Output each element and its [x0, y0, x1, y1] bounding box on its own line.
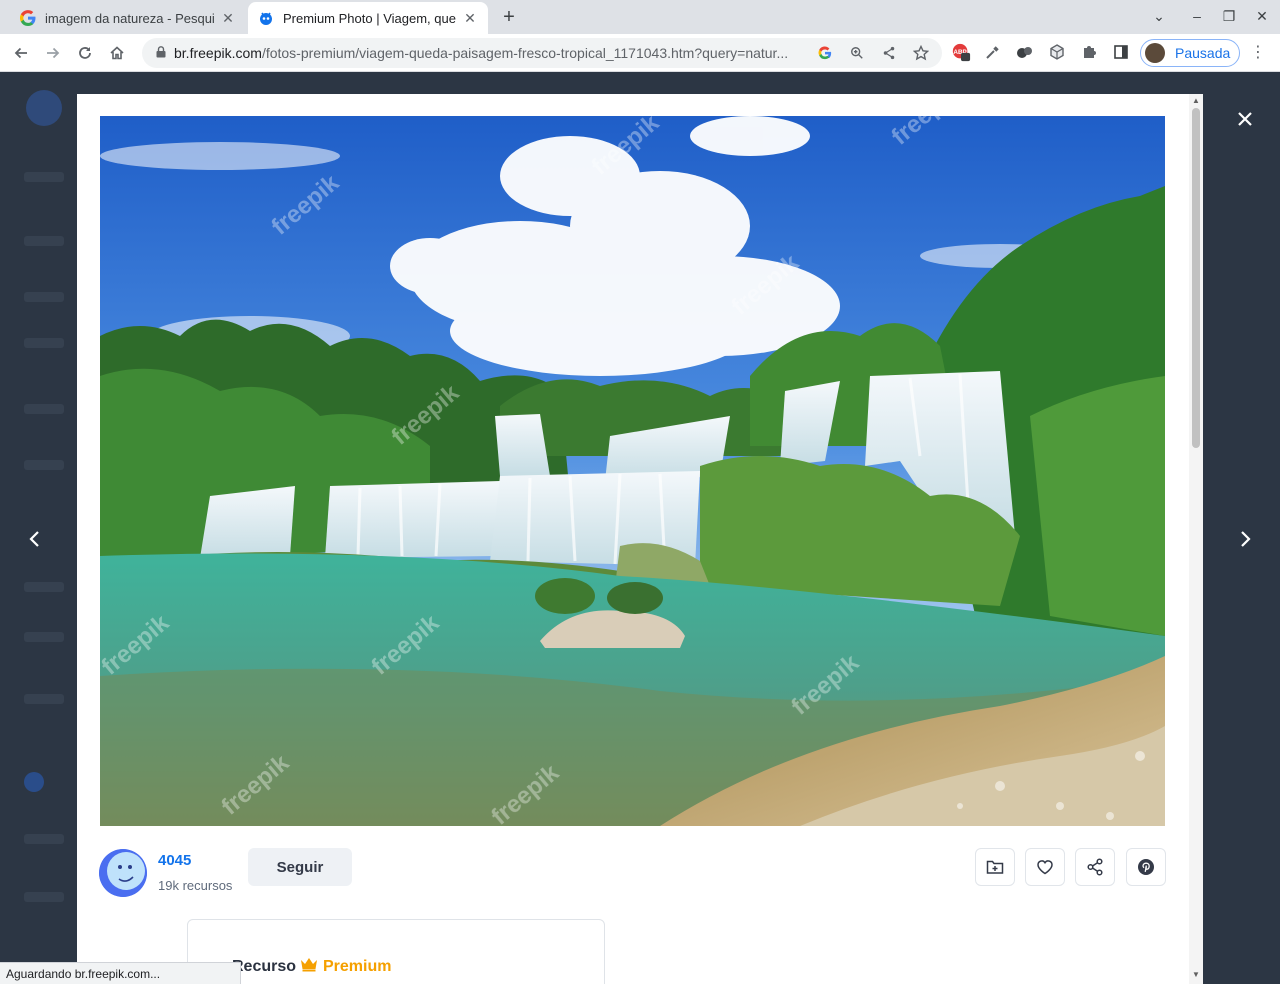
tab-title: Premium Photo | Viagem, que	[283, 10, 456, 26]
premium-label: Premium	[323, 958, 392, 975]
freepik-icon	[258, 10, 274, 26]
lock-icon[interactable]	[156, 46, 166, 58]
author-resources-count: 19k recursos	[158, 878, 233, 893]
next-photo-button[interactable]	[1233, 527, 1257, 551]
cube-extension-icon[interactable]	[1047, 42, 1067, 62]
eyedropper-extension-icon[interactable]	[983, 42, 1003, 62]
heart-icon	[1037, 860, 1053, 875]
bookmark-star-icon[interactable]	[912, 44, 930, 62]
address-bar[interactable]: br.freepik.com/fotos-premium/viagem-qued…	[142, 38, 942, 68]
share-page-icon[interactable]	[880, 44, 898, 62]
crown-icon	[301, 958, 317, 972]
author-avatar[interactable]	[99, 849, 147, 897]
chevron-right-icon	[1241, 531, 1251, 547]
status-bar: Aguardando br.freepik.com...	[0, 962, 241, 984]
adblock-extension-icon[interactable]: ABP	[951, 42, 971, 62]
tab-title: imagem da natureza - Pesquis	[45, 10, 214, 26]
back-icon[interactable]	[8, 40, 34, 66]
like-button[interactable]	[1025, 848, 1065, 886]
browser-menu-icon[interactable]: ⋮	[1250, 42, 1266, 62]
url-text[interactable]: br.freepik.com/fotos-premium/viagem-qued…	[174, 45, 814, 61]
scroll-up-icon[interactable]: ▲	[1191, 96, 1201, 105]
scroll-down-icon[interactable]: ▼	[1191, 970, 1201, 979]
sidebar-item	[24, 404, 64, 414]
chevron-left-icon	[29, 531, 39, 547]
sidebar-item	[24, 892, 64, 902]
browser-toolbar: br.freepik.com/fotos-premium/viagem-qued…	[0, 34, 1280, 98]
sidebar-item	[24, 632, 64, 642]
forward-icon[interactable]	[40, 40, 66, 66]
site-logo-icon	[26, 90, 62, 126]
sidebar-dot	[24, 772, 44, 792]
zoom-icon[interactable]	[848, 44, 866, 62]
new-tab-button[interactable]: +	[497, 6, 521, 30]
scrollbar-thumb[interactable]	[1192, 108, 1200, 448]
close-tab-icon[interactable]: ✕	[462, 10, 478, 27]
minimize-icon[interactable]: –	[1187, 8, 1207, 24]
premium-photo[interactable]: freepik freepik freepik freepik freepik …	[100, 116, 1165, 826]
sidebar-item	[24, 460, 64, 470]
sidebar-item	[24, 582, 64, 592]
tab-freepik-photo[interactable]: Premium Photo | Viagem, que ✕	[248, 2, 488, 34]
tab-search-icon[interactable]: ⌄	[1149, 8, 1169, 25]
sidebar-item	[24, 694, 64, 704]
author-name[interactable]: 4045	[158, 852, 191, 869]
pinterest-icon	[1138, 859, 1154, 875]
tab-strip: imagem da natureza - Pesquis ✕ Premium P…	[0, 0, 1280, 34]
add-to-collection-icon	[986, 860, 1004, 874]
share-button[interactable]	[1075, 848, 1115, 886]
pinterest-button[interactable]	[1126, 848, 1166, 886]
tab-google-search[interactable]: imagem da natureza - Pesquis ✕	[10, 2, 246, 34]
home-icon[interactable]	[104, 40, 130, 66]
extensions-puzzle-icon[interactable]	[1079, 42, 1099, 62]
side-panel-icon[interactable]	[1111, 42, 1131, 62]
close-tab-icon[interactable]: ✕	[220, 10, 236, 27]
sidebar-item	[24, 236, 64, 246]
google-lens-icon[interactable]	[816, 44, 834, 62]
restore-icon[interactable]: ❐	[1219, 8, 1239, 25]
google-g-icon	[20, 10, 36, 26]
sidebar-item	[24, 292, 64, 302]
url-path: /fotos-premium/viagem-queda-paisagem-fre…	[261, 45, 789, 61]
add-to-collection-button[interactable]	[975, 848, 1015, 886]
modal-scrollbar[interactable]: ▲ ▼	[1189, 94, 1203, 984]
close-icon	[1238, 112, 1252, 126]
previous-photo-button[interactable]	[23, 527, 47, 551]
follow-button[interactable]: Seguir	[248, 848, 352, 886]
reload-icon[interactable]	[72, 40, 98, 66]
premium-resource-card[interactable]: Recurso Premium	[187, 919, 605, 984]
sidebar-item	[24, 172, 64, 182]
sidebar-item	[24, 338, 64, 348]
profile-button[interactable]: Pausada	[1140, 39, 1240, 67]
sidebar-item	[24, 834, 64, 844]
profile-label: Pausada	[1175, 45, 1231, 61]
profile-avatar	[1145, 43, 1165, 63]
url-host: br.freepik.com	[174, 45, 262, 61]
bubbles-extension-icon[interactable]	[1015, 42, 1035, 62]
window-close-icon[interactable]: ✕	[1252, 8, 1272, 25]
close-modal-button[interactable]	[1233, 107, 1257, 131]
resource-label: Recurso	[232, 958, 297, 975]
share-icon	[1087, 858, 1103, 876]
